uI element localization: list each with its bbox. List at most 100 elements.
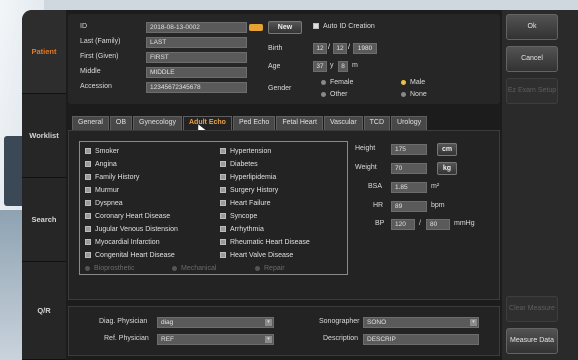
description-label: Description [323, 335, 359, 342]
checkbox-icon [85, 226, 91, 233]
weight-label: Weight [355, 164, 377, 171]
age-months-field[interactable]: 8 [338, 61, 348, 72]
history-item[interactable]: Congenital Heart Disease [85, 252, 175, 259]
history-item[interactable]: Jugular Venous Distension [85, 226, 178, 233]
gender-other-radio[interactable]: Other [321, 91, 348, 98]
accession-label: Accession [80, 83, 112, 90]
first-name-label: First (Given) [80, 53, 119, 60]
checkbox-icon [85, 161, 91, 168]
measure-data-button[interactable]: Measure Data [506, 328, 558, 354]
age-months-unit: m [352, 62, 358, 69]
history-item[interactable]: Smoker [85, 148, 119, 155]
edit-icon[interactable] [249, 24, 263, 31]
exam-tabs: General OB Gynecology Adult Echo Ped Ech… [72, 116, 428, 130]
valve-mechanical-radio: Mechanical [172, 265, 216, 272]
history-item[interactable]: Syncope [220, 213, 257, 220]
history-item[interactable]: Hypertension [220, 148, 271, 155]
ez-exam-setup-button: Ez Exam Setup [506, 78, 558, 104]
nav-worklist[interactable]: Worklist [22, 94, 66, 178]
auto-id-checkbox[interactable]: Auto ID Creation [313, 23, 375, 30]
cancel-button[interactable]: Cancel [506, 46, 558, 72]
height-unit-button[interactable]: cm [437, 143, 457, 156]
staff-panel: Diag. Physician diag ▾ Ref. Physician REF… [68, 306, 500, 356]
checkbox-icon [313, 23, 319, 30]
history-item[interactable]: Rheumatic Heart Disease [220, 239, 310, 246]
sonographer-dropdown[interactable]: SONO ▾ [363, 317, 479, 328]
sonographer-label: Sonographer [319, 318, 360, 325]
birth-day-field[interactable]: 12 [333, 43, 347, 54]
checkbox-icon [85, 239, 91, 246]
hr-label: HR [373, 202, 384, 209]
checkbox-icon [220, 239, 226, 246]
height-label: Height [355, 145, 376, 152]
ref-physician-label: Ref. Physician [104, 335, 149, 342]
id-field[interactable]: 2018-08-13-0002 [146, 22, 247, 33]
tab-general[interactable]: General [72, 116, 109, 130]
checkbox-icon [220, 200, 226, 207]
history-item[interactable]: Myocardial Infarction [85, 239, 160, 246]
history-item[interactable]: Diabetes [220, 161, 258, 168]
first-name-field[interactable]: FIRST [146, 52, 247, 63]
accession-field[interactable]: 12345672345678 [146, 82, 247, 93]
history-item[interactable]: Heart Failure [220, 200, 270, 207]
checkbox-icon [220, 174, 226, 181]
tab-ped-echo[interactable]: Ped Echo [232, 116, 276, 130]
checkbox-icon [220, 187, 226, 194]
new-button[interactable]: New [268, 21, 302, 34]
last-name-label: Last (Family) [80, 38, 121, 45]
weight-field[interactable]: 70 [391, 163, 427, 174]
gender-label: Gender [268, 85, 292, 92]
history-item[interactable]: Dyspnea [85, 200, 123, 207]
middle-name-field[interactable]: MIDDLE [146, 67, 247, 78]
checkbox-icon [85, 213, 91, 220]
history-item[interactable]: Arrhythmia [220, 226, 264, 233]
birth-month-field[interactable]: 12 [313, 43, 327, 54]
app-window: Patient Worklist Search Q/R ID 2018-08-1… [22, 10, 578, 360]
tab-adult-echo[interactable]: Adult Echo [183, 116, 232, 130]
tab-ob[interactable]: OB [109, 116, 133, 130]
middle-name-label: Middle [80, 68, 101, 75]
diag-physician-dropdown[interactable]: diag ▾ [157, 317, 274, 328]
hr-field[interactable]: 89 [391, 201, 427, 212]
tab-vascular[interactable]: Vascular [323, 116, 363, 130]
age-years-unit: y [330, 62, 334, 69]
history-item[interactable]: Murmur [85, 187, 119, 194]
radio-icon [85, 265, 90, 271]
nav-search[interactable]: Search [22, 178, 66, 262]
weight-unit-button[interactable]: kg [437, 162, 457, 175]
patient-info-panel: ID 2018-08-13-0002 New Auto ID Creation … [68, 14, 500, 104]
history-item[interactable]: Coronary Heart Disease [85, 213, 170, 220]
last-name-field[interactable]: LAST [146, 37, 247, 48]
tab-urology[interactable]: Urology [391, 116, 428, 130]
bp-unit: mmHg [454, 220, 475, 227]
hr-unit: bpm [431, 202, 445, 209]
height-field[interactable]: 175 [391, 144, 427, 155]
birth-year-field[interactable]: 1980 [353, 43, 377, 54]
tab-tcd[interactable]: TCD [363, 116, 391, 130]
bp-diastolic-field[interactable]: 80 [426, 219, 450, 230]
history-item[interactable]: Angina [85, 161, 117, 168]
gender-male-radio[interactable]: Male [401, 79, 425, 86]
left-nav: Patient Worklist Search Q/R [22, 10, 66, 360]
bp-separator: / [419, 220, 421, 227]
tab-gynecology[interactable]: Gynecology [133, 116, 182, 130]
checkbox-icon [220, 213, 226, 220]
checkbox-icon [220, 148, 226, 155]
clear-measure-button: Clear Measure [506, 296, 558, 322]
age-years-field[interactable]: 37 [313, 61, 327, 72]
ref-physician-dropdown[interactable]: REF ▾ [157, 334, 274, 345]
description-field[interactable]: DESCRIP [363, 334, 479, 345]
tab-fetal-heart[interactable]: Fetal Heart [276, 116, 323, 130]
dropdown-arrow-icon: ▾ [470, 319, 477, 326]
bp-systolic-field[interactable]: 120 [391, 219, 415, 230]
history-item[interactable]: Surgery History [220, 187, 278, 194]
gender-none-radio[interactable]: None [401, 91, 427, 98]
radio-icon [401, 79, 406, 85]
ok-button[interactable]: Ok [506, 14, 558, 40]
history-item[interactable]: Hyperlipidemia [220, 174, 276, 181]
gender-female-radio[interactable]: Female [321, 79, 353, 86]
nav-qr[interactable]: Q/R [22, 262, 66, 360]
history-item[interactable]: Heart Valve Disease [220, 252, 293, 259]
nav-patient[interactable]: Patient [22, 10, 66, 94]
history-item[interactable]: Family History [85, 174, 139, 181]
